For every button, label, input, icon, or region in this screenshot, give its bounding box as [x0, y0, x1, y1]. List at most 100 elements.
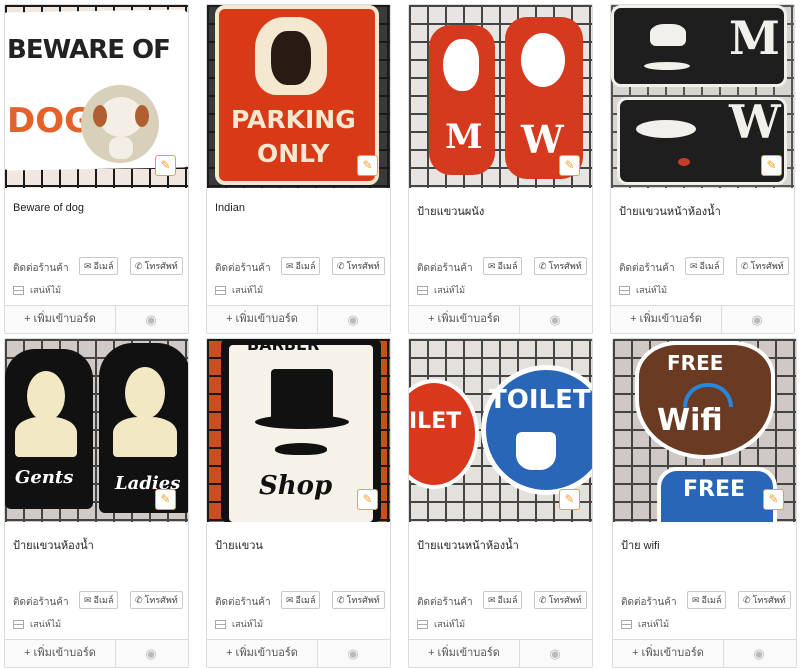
sign-text: M — [729, 11, 780, 65]
email-button[interactable]: ✉ อีเมล์ — [687, 591, 727, 609]
eye-icon[interactable]: ◉ — [518, 640, 592, 667]
phone-button[interactable]: ✆ โทรศัพท์ — [130, 257, 183, 275]
mail-icon: ✉ — [692, 595, 700, 605]
product-card[interactable]: Gents Ladies ✎ ป้ายแขวนห้องน้ำ ติดต่อร้า… — [4, 338, 189, 668]
product-title[interactable]: ป้ายแขวนหน้าห้องน้ำ — [417, 536, 519, 554]
store-icon — [215, 286, 226, 296]
add-to-board-button[interactable]: + เพิ่มเข้าบอร์ด — [613, 640, 724, 667]
phone-icon: ✆ — [743, 595, 751, 605]
mail-icon: ✉ — [286, 595, 294, 605]
shop-name[interactable]: เสน่ห์ไม้ — [13, 283, 61, 297]
phone-button[interactable]: ✆ โทรศัพท์ — [738, 591, 791, 609]
phone-button[interactable]: ✆ โทรศัพท์ — [332, 257, 385, 275]
add-to-board-button[interactable]: + เพิ่มเข้าบอร์ด — [5, 306, 116, 333]
sign-text: ONLY — [257, 139, 330, 168]
add-to-board-button[interactable]: + เพิ่มเข้าบอร์ด — [5, 640, 116, 667]
phone-button[interactable]: ✆ โทรศัพท์ — [736, 257, 789, 275]
eye-icon[interactable]: ◉ — [114, 640, 188, 667]
email-button[interactable]: ✉ อีเมล์ — [281, 591, 321, 609]
card-footer: + เพิ่มเข้าบอร์ด ◉ — [613, 639, 796, 667]
store-icon — [13, 286, 24, 296]
product-card[interactable]: BARBER Shop ✎ ป้ายแขวน ติดต่อร้านค้า ✉ อี… — [206, 338, 391, 668]
product-title[interactable]: Indian — [215, 202, 245, 214]
card-footer: + เพิ่มเข้าบอร์ด ◉ — [207, 639, 390, 667]
edit-icon[interactable]: ✎ — [761, 155, 782, 176]
product-card[interactable]: ILET TOILET ✎ ป้ายแขวนหน้าห้องน้ำ ติดต่อ… — [408, 338, 593, 668]
product-card[interactable]: BEWARE OF DOG ✎ Beware of dog ติดต่อร้าน… — [4, 4, 189, 334]
sign-text: PARKING — [231, 105, 356, 134]
product-title[interactable]: ป้ายแขวนห้องน้ำ — [13, 536, 94, 554]
mail-icon: ✉ — [84, 595, 92, 605]
edit-icon[interactable]: ✎ — [559, 489, 580, 510]
product-card[interactable]: PARKING ONLY ✎ Indian ติดต่อร้านค้า ✉ อีเ… — [206, 4, 391, 334]
edit-icon[interactable]: ✎ — [155, 155, 176, 176]
contact-label: ติดต่อร้านค้า — [619, 263, 675, 274]
product-title[interactable]: ป้ายแขวนผนัง — [417, 202, 484, 220]
shop-name[interactable]: เสน่ห์ไม้ — [215, 617, 263, 631]
edit-icon[interactable]: ✎ — [559, 155, 580, 176]
store-icon — [621, 620, 632, 630]
store-icon — [417, 620, 428, 630]
sign-text: W — [521, 117, 564, 162]
phone-button[interactable]: ✆ โทรศัพท์ — [534, 257, 587, 275]
edit-icon[interactable]: ✎ — [357, 155, 378, 176]
shop-name[interactable]: เสน่ห์ไม้ — [417, 617, 465, 631]
email-button[interactable]: ✉ อีเมล์ — [79, 257, 119, 275]
card-footer: + เพิ่มเข้าบอร์ด ◉ — [5, 639, 188, 667]
shop-name[interactable]: เสน่ห์ไม้ — [619, 283, 667, 297]
email-button[interactable]: ✉ อีเมล์ — [483, 591, 523, 609]
phone-icon: ✆ — [741, 261, 749, 271]
add-to-board-button[interactable]: + เพิ่มเข้าบอร์ด — [207, 640, 318, 667]
store-icon — [417, 286, 428, 296]
email-button[interactable]: ✉ อีเมล์ — [281, 257, 321, 275]
product-title[interactable]: ป้าย wifi — [621, 536, 660, 554]
product-card[interactable]: M W ✎ ป้ายแขวนหน้าห้องน้ำ ติดต่อร้านค้า … — [610, 4, 795, 334]
eye-icon[interactable]: ◉ — [316, 306, 390, 333]
product-title[interactable]: ป้ายแขวนหน้าห้องน้ำ — [619, 202, 721, 220]
edit-icon[interactable]: ✎ — [357, 489, 378, 510]
card-footer: + เพิ่มเข้าบอร์ด ◉ — [207, 305, 390, 333]
add-to-board-button[interactable]: + เพิ่มเข้าบอร์ด — [409, 640, 520, 667]
edit-icon[interactable]: ✎ — [763, 489, 784, 510]
mail-icon: ✉ — [488, 261, 496, 271]
card-footer: + เพิ่มเข้าบอร์ด ◉ — [5, 305, 188, 333]
phone-icon: ✆ — [337, 261, 345, 271]
eye-icon[interactable]: ◉ — [316, 640, 390, 667]
eye-icon[interactable]: ◉ — [720, 306, 794, 333]
add-to-board-button[interactable]: + เพิ่มเข้าบอร์ด — [207, 306, 318, 333]
product-card[interactable]: FREE Wifi FREE ✎ ป้าย wifi ติดต่อร้านค้า… — [612, 338, 797, 668]
mail-icon: ✉ — [84, 261, 92, 271]
mail-icon: ✉ — [690, 261, 698, 271]
product-title[interactable]: ป้ายแขวน — [215, 536, 263, 554]
card-footer: + เพิ่มเข้าบอร์ด ◉ — [409, 305, 592, 333]
phone-button[interactable]: ✆ โทรศัพท์ — [534, 591, 587, 609]
eye-icon[interactable]: ◉ — [518, 306, 592, 333]
shop-name[interactable]: เสน่ห์ไม้ — [13, 617, 61, 631]
eye-icon[interactable]: ◉ — [114, 306, 188, 333]
product-card[interactable]: M W ✎ ป้ายแขวนผนัง ติดต่อร้านค้า ✉ อีเมล์… — [408, 4, 593, 334]
shop-name[interactable]: เสน่ห์ไม้ — [621, 617, 669, 631]
eye-icon[interactable]: ◉ — [722, 640, 796, 667]
mail-icon: ✉ — [488, 595, 496, 605]
phone-button[interactable]: ✆ โทรศัพท์ — [130, 591, 183, 609]
contact-label: ติดต่อร้านค้า — [417, 597, 473, 608]
edit-icon[interactable]: ✎ — [155, 489, 176, 510]
store-icon — [619, 286, 630, 296]
phone-icon: ✆ — [135, 595, 143, 605]
email-button[interactable]: ✉ อีเมล์ — [79, 591, 119, 609]
card-footer: + เพิ่มเข้าบอร์ด ◉ — [611, 305, 794, 333]
shop-name[interactable]: เสน่ห์ไม้ — [417, 283, 465, 297]
phone-icon: ✆ — [337, 595, 345, 605]
shop-name[interactable]: เสน่ห์ไม้ — [215, 283, 263, 297]
product-title[interactable]: Beware of dog — [13, 202, 84, 214]
sign-text: FREE — [667, 351, 724, 375]
contact-label: ติดต่อร้านค้า — [417, 263, 473, 274]
sign-text: BEWARE OF — [7, 35, 171, 65]
sign-text: Gents — [15, 467, 74, 488]
email-button[interactable]: ✉ อีเมล์ — [685, 257, 725, 275]
add-to-board-button[interactable]: + เพิ่มเข้าบอร์ด — [409, 306, 520, 333]
add-to-board-button[interactable]: + เพิ่มเข้าบอร์ด — [611, 306, 722, 333]
contact-label: ติดต่อร้านค้า — [13, 597, 69, 608]
email-button[interactable]: ✉ อีเมล์ — [483, 257, 523, 275]
phone-button[interactable]: ✆ โทรศัพท์ — [332, 591, 385, 609]
